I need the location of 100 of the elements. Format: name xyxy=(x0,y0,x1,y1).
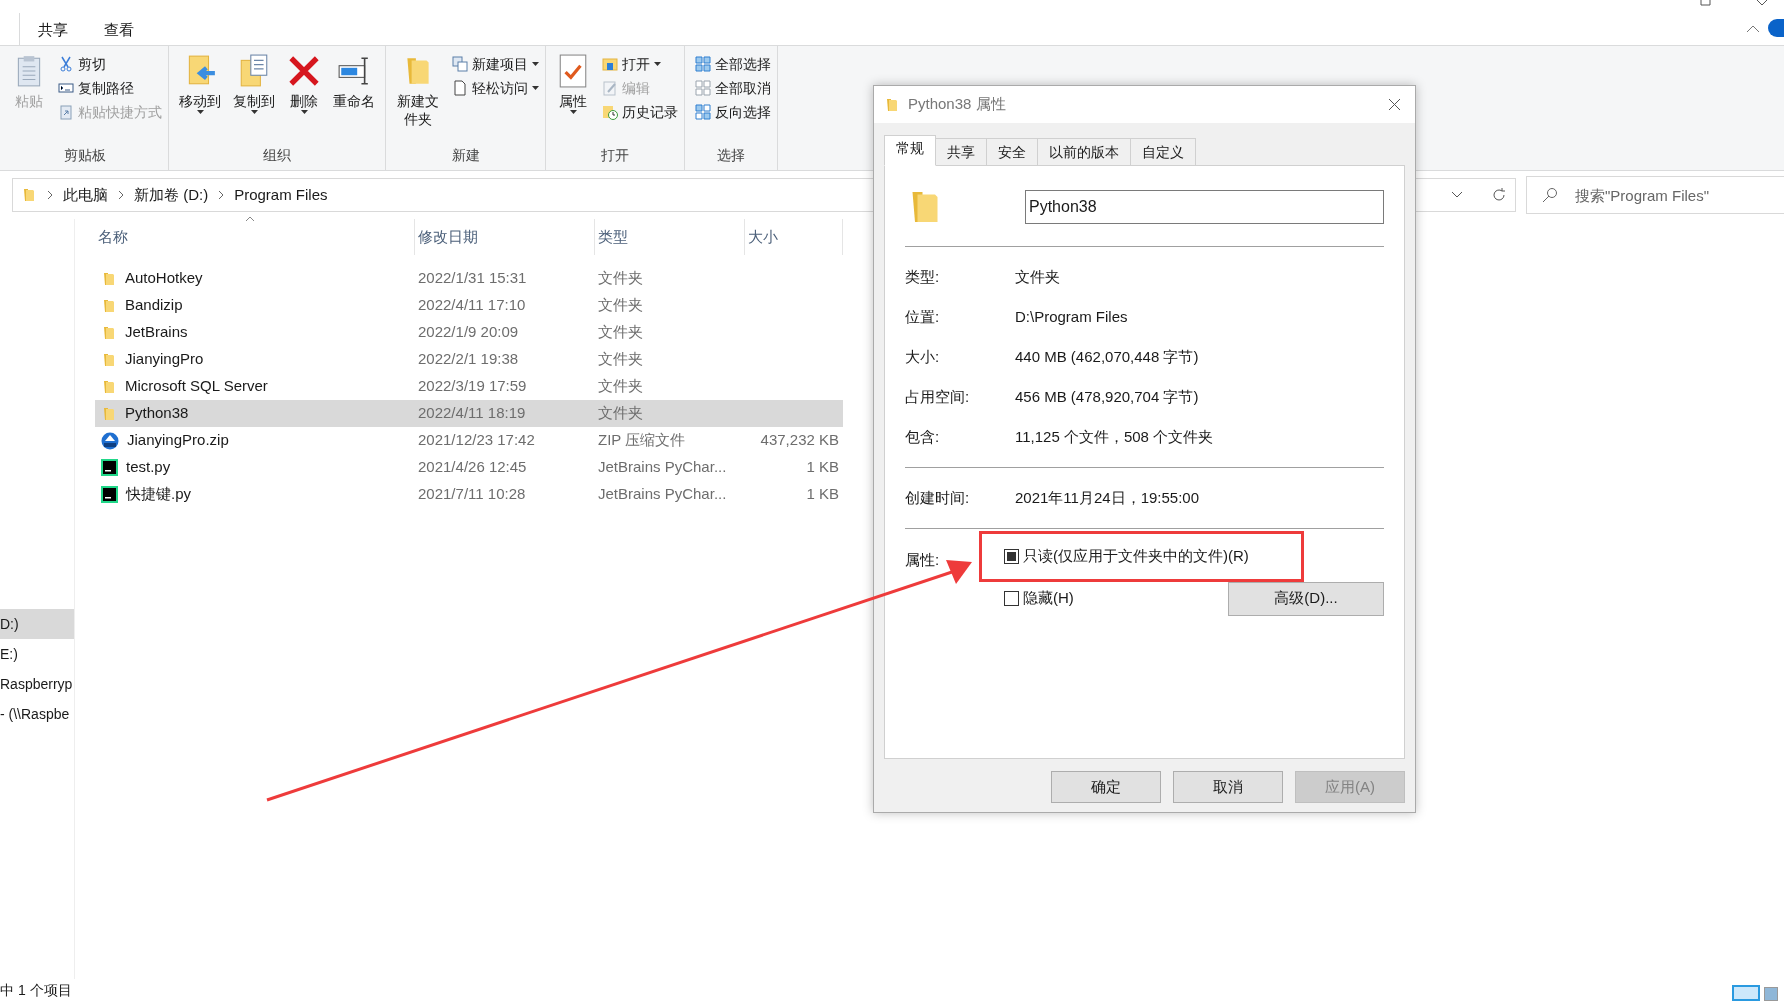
dialog-tab[interactable]: 常规 xyxy=(884,135,936,166)
ribbon-button[interactable]: 复制到 xyxy=(229,50,279,145)
file-row[interactable]: test.py 2021/4/26 12:45 JetBrains PyChar... 1 KB xyxy=(95,454,843,481)
column-header[interactable]: 修改日期 xyxy=(415,219,595,255)
column-header[interactable]: 大小 xyxy=(745,219,843,255)
file-row[interactable]: Microsoft SQL Server 2022/3/19 17:59 文件夹 xyxy=(95,373,843,400)
checkbox[interactable] xyxy=(1004,591,1019,606)
refresh-icon[interactable] xyxy=(1491,187,1507,203)
help-icon[interactable] xyxy=(1768,19,1784,37)
folder-icon xyxy=(101,270,117,287)
ribbon-button[interactable]: 属性 xyxy=(552,50,594,145)
nav-item[interactable]: Raspberryp xyxy=(0,669,74,699)
dialog-button[interactable]: 确定 xyxy=(1051,771,1161,803)
file-name: Bandizip xyxy=(125,295,183,316)
dropdown-icon[interactable] xyxy=(1451,191,1463,199)
ribbon-button[interactable]: 剪切 xyxy=(58,52,162,76)
folder-icon xyxy=(101,378,117,395)
nav-item[interactable]: E:) xyxy=(0,639,74,669)
file-name: test.py xyxy=(126,457,171,478)
nav-item[interactable]: - (\\Raspbe xyxy=(0,699,74,729)
property-label: 创建时间: xyxy=(905,487,971,508)
dialog-button[interactable]: 取消 xyxy=(1173,771,1283,803)
folder-icon xyxy=(101,351,117,368)
dialog-tab[interactable]: 自定义 xyxy=(1130,138,1196,166)
property-value: 2021年11月24日，19:55:00 xyxy=(1015,487,1199,508)
ribbon-button[interactable]: 复制路径 xyxy=(58,76,162,100)
menu-tab[interactable]: 查看 xyxy=(86,15,152,45)
delete-icon xyxy=(287,54,321,88)
type-cell: 文件夹 xyxy=(598,269,643,287)
folder-icon xyxy=(101,324,117,341)
attribute-checkbox[interactable]: 隐藏(H) xyxy=(1004,587,1074,610)
date-cell: 2022/4/11 18:19 xyxy=(418,404,526,422)
attribute-checkbox[interactable]: 只读(仅应用于文件夹中的文件)(R) xyxy=(1004,545,1249,568)
file-row[interactable]: JianyingPro.zip 2021/12/23 17:42 ZIP 压缩文件 437,232 KB xyxy=(95,427,843,454)
file-name: JianyingPro.zip xyxy=(127,430,229,451)
nav-item[interactable]: D:) xyxy=(0,609,74,639)
script-icon xyxy=(101,486,118,503)
ribbon-button[interactable]: 重命名 xyxy=(329,50,379,145)
type-cell: 文件夹 xyxy=(598,323,643,341)
ribbon-button[interactable]: 打开 xyxy=(602,52,678,76)
ribbon-button[interactable]: 新建文件夹 xyxy=(392,50,444,145)
size-cell-text: 1 KB xyxy=(806,484,839,505)
ribbon-button[interactable]: 移动到 xyxy=(175,50,225,145)
ribbon-button[interactable]: 反向选择 xyxy=(695,100,771,124)
grid-icon xyxy=(695,56,711,72)
breadcrumb[interactable]: 此电脑 xyxy=(63,183,108,207)
folder-icon xyxy=(101,297,117,314)
file-name: AutoHotkey xyxy=(125,268,203,289)
property-label: 包含: xyxy=(905,426,941,447)
status-text: 中 1 个项目 xyxy=(0,980,72,1000)
file-name: JianyingPro xyxy=(125,349,204,370)
file-row[interactable]: Python38 2022/4/11 18:19 文件夹 xyxy=(95,400,843,427)
file-row[interactable]: AutoHotkey 2022/1/31 15:31 文件夹 xyxy=(95,265,843,292)
chevron-up-icon[interactable] xyxy=(1746,25,1760,33)
attributes-label: 属性: xyxy=(905,550,941,570)
ribbon-button[interactable]: 历史记录 xyxy=(602,100,678,124)
chevron-down-icon[interactable] xyxy=(1756,0,1770,6)
restore-icon[interactable] xyxy=(1700,0,1712,6)
file-row[interactable]: Bandizip 2022/4/11 17:10 文件夹 xyxy=(95,292,843,319)
property-value: 11,125 个文件，508 个文件夹 xyxy=(1015,426,1214,447)
checkbox[interactable] xyxy=(1004,548,1019,564)
group-label: 新建 xyxy=(450,146,481,165)
close-icon[interactable] xyxy=(1388,98,1401,111)
ribbon-button[interactable]: 全部取消 xyxy=(695,76,771,100)
type-cell: ZIP 压缩文件 xyxy=(598,431,686,449)
type-cell: 文件夹 xyxy=(598,350,643,368)
edit-icon xyxy=(602,80,618,96)
folder-icon xyxy=(602,56,618,72)
date-cell: 2021/7/11 10:28 xyxy=(418,485,526,503)
document-icon xyxy=(452,80,468,96)
property-label: 大小: xyxy=(905,346,941,367)
ribbon-button[interactable]: 轻松访问 xyxy=(452,76,539,100)
menu-tab[interactable]: 共享 xyxy=(20,15,86,45)
breadcrumb[interactable]: 新加卷 (D:) xyxy=(134,183,209,207)
group-label: 组织 xyxy=(262,146,292,165)
date-cell: 2021/4/26 12:45 xyxy=(418,458,527,476)
column-header[interactable]: 名称 xyxy=(95,219,415,255)
size-cell-text: 437,232 KB xyxy=(760,430,839,451)
ribbon-button[interactable]: 删除 xyxy=(283,50,325,145)
name-field[interactable]: Python38 xyxy=(1025,190,1384,224)
search-field[interactable]: 搜索"Program Files" xyxy=(1526,176,1784,214)
type-cell: 文件夹 xyxy=(598,404,643,422)
breadcrumb[interactable]: Program Files xyxy=(234,183,328,207)
property-value: 440 MB (462,070,448 字节) xyxy=(1015,346,1199,367)
file-row[interactable]: JianyingPro 2022/2/1 19:38 文件夹 xyxy=(95,346,843,373)
ribbon-button[interactable]: 新建项目 xyxy=(452,52,539,76)
type-cell: 文件夹 xyxy=(598,377,643,395)
date-cell: 2022/3/19 17:59 xyxy=(418,377,527,395)
tiles-view-icon[interactable] xyxy=(1764,987,1778,1001)
column-header[interactable]: 类型 xyxy=(595,219,745,255)
rename-icon xyxy=(337,54,371,88)
advanced-button[interactable]: 高级(D)... xyxy=(1228,581,1384,616)
file-row[interactable]: 快捷键.py 2021/7/11 10:28 JetBrains PyChar... 1 KB xyxy=(95,481,843,508)
type-cell: JetBrains PyChar... xyxy=(598,458,727,476)
history-icon xyxy=(602,104,618,120)
path-icon xyxy=(58,80,74,96)
new-item-icon xyxy=(452,56,468,72)
ribbon-button[interactable]: 全部选择 xyxy=(695,52,771,76)
folder-icon xyxy=(21,187,37,203)
file-row[interactable]: JetBrains 2022/1/9 20:09 文件夹 xyxy=(95,319,843,346)
